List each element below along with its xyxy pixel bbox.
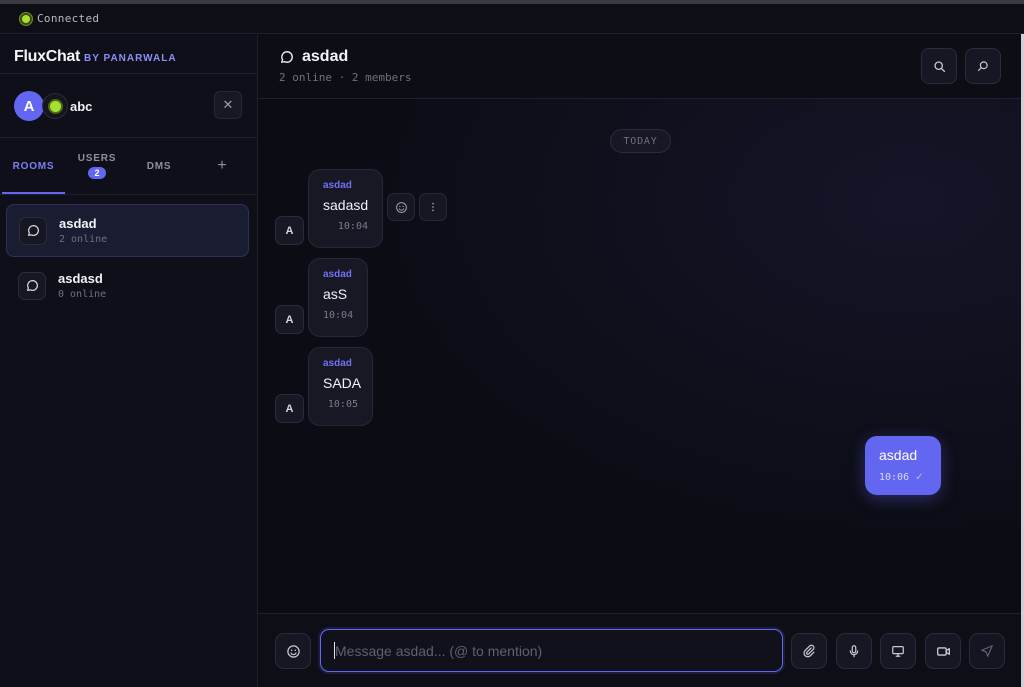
message-author: asdad [323,269,352,280]
video-call-button[interactable] [925,633,961,669]
message-time: 10:04 [323,310,354,321]
video-camera-icon [936,644,951,659]
chat-main: asdad 2 online · 2 members TODAY A asdad… [258,35,1024,687]
close-icon: ✕ [222,97,234,112]
search-icon [933,60,946,73]
divider [0,73,258,74]
message-composer [258,613,1024,687]
smiley-icon [395,201,408,214]
more-vertical-icon [427,201,439,213]
microphone-icon [847,644,861,658]
presence-status-button[interactable] [42,93,68,119]
send-icon [980,644,994,658]
screen-share-button[interactable] [880,633,916,669]
room-item-asdasd[interactable]: asdasd 0 online [6,259,249,312]
chat-bubble-icon [280,50,294,64]
message-text: sadasd [323,197,369,213]
brand-byline: BY PANARWALA [84,53,177,64]
close-sidebar-button[interactable]: ✕ [214,91,242,119]
message-time: 10:05 [327,399,358,410]
message-avatar[interactable]: A [275,394,304,423]
message-text: SADA [323,375,362,391]
tab-users[interactable]: USERS 2 [66,138,128,194]
tab-users-label: USERS [77,153,117,164]
room-name: asdad [59,216,97,231]
tab-rooms[interactable]: ROOMS [2,138,65,194]
day-divider: TODAY [610,129,671,153]
chat-title: asdad [280,48,348,66]
message-input[interactable] [320,629,783,672]
room-name: asdasd [58,271,103,286]
paperclip-icon [802,644,816,658]
tab-dms-label: DMS [146,160,172,172]
message-text: asdad [879,447,918,463]
username: abc [70,98,93,114]
message-time: 10:04 [337,221,368,232]
own-message-bubble[interactable]: asdad 10:06 ✓ [865,436,941,495]
users-count-badge: 2 [88,167,106,179]
room-online-count: 2 online [59,234,108,245]
voice-message-button[interactable] [836,633,872,669]
current-user: A abc ✕ [14,91,244,121]
message-bubble[interactable]: asdad asS 10:04 [308,258,368,337]
room-title: asdad [302,48,349,65]
text-caret [334,642,335,659]
send-button[interactable] [969,633,1005,669]
connection-status-icon [20,12,32,25]
room-item-asdad[interactable]: asdad 2 online [6,204,249,257]
attach-file-button[interactable] [791,633,827,669]
chat-bubble-icon [19,216,47,245]
room-online-count: 0 online [58,289,107,300]
chat-header: asdad 2 online · 2 members [258,35,1024,99]
brand: FluxChat BY PANARWALA [14,48,177,66]
brand-name: FluxChat [14,48,81,65]
sidebar-tabs: ROOMS USERS 2 DMS + [0,138,258,194]
tab-rooms-label: ROOMS [12,160,55,172]
room-members-info: 2 online · 2 members [279,71,412,84]
online-status-icon [49,100,61,112]
add-room-button[interactable]: + [200,138,244,194]
plus-icon: + [217,157,227,174]
monitor-icon [891,644,905,658]
message-author: asdad [323,358,352,369]
read-check-icon: ✓ [915,472,924,483]
message-avatar[interactable]: A [275,305,304,334]
message-bubble[interactable]: asdad SADA 10:05 [308,347,373,426]
chat-bubble-icon [18,271,46,300]
message-more-button[interactable] [419,193,447,221]
message-time: 10:06 [879,472,910,483]
search-messages-button[interactable] [965,48,1001,84]
message-avatar[interactable]: A [275,216,304,245]
search-button[interactable] [921,48,957,84]
message-bubble[interactable]: asdad sadasd 10:04 [308,169,383,248]
emoji-button[interactable] [275,633,311,669]
tab-dms[interactable]: DMS [130,138,188,194]
message-author: asdad [323,180,352,191]
sidebar: FluxChat BY PANARWALA A abc ✕ ROOMS USER… [0,35,258,687]
search-icon [977,60,989,72]
smiley-icon [286,644,301,659]
connection-status-text: Connected [37,12,100,25]
message-text: asS [323,286,348,302]
divider [0,194,258,195]
avatar[interactable]: A [14,91,44,121]
add-reaction-button[interactable] [387,193,415,221]
connection-status-bar: Connected [0,4,1024,34]
